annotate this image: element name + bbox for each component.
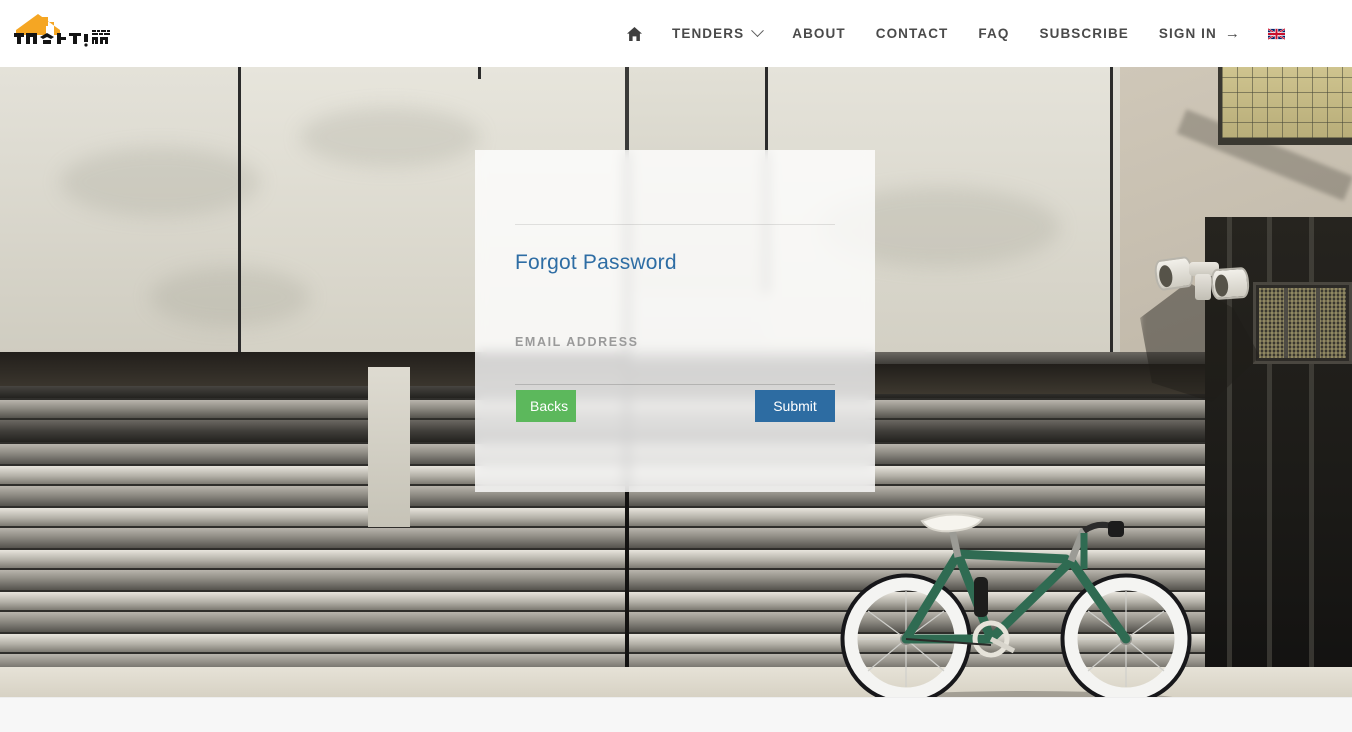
nav-item-sign-in-label: SIGN IN bbox=[1158, 26, 1217, 41]
wall-smudge bbox=[60, 147, 260, 217]
door-left-column bbox=[368, 367, 410, 527]
nav-item-tenders[interactable]: TENDERS bbox=[657, 0, 777, 67]
nav-item-subscribe[interactable]: SUBSCRIBE bbox=[1024, 0, 1143, 67]
nav-item-contact-label: CONTACT bbox=[875, 26, 949, 41]
nav-item-about-label: ABOUT bbox=[792, 26, 846, 41]
lamp-stem bbox=[1195, 274, 1211, 300]
home-icon bbox=[627, 26, 642, 41]
brand-logo[interactable] bbox=[8, 8, 120, 50]
main-navigation: TENDERS ABOUT CONTACT FAQ SUBSCRIBE SIGN… bbox=[612, 0, 1297, 67]
vent-bar bbox=[1316, 288, 1320, 358]
wall-seam bbox=[238, 67, 241, 359]
language-switcher[interactable] bbox=[1256, 0, 1297, 67]
arrow-right-icon: → bbox=[1224, 25, 1241, 42]
page-footer bbox=[0, 697, 1352, 732]
grated-window bbox=[1218, 67, 1352, 145]
wall-smudge bbox=[300, 107, 480, 167]
page-title: Forgot Password bbox=[515, 251, 677, 274]
lamp-lens bbox=[1157, 264, 1174, 288]
security-floodlights bbox=[1153, 252, 1265, 304]
vent-bar bbox=[1284, 288, 1288, 358]
submit-button[interactable]: Submit bbox=[755, 390, 835, 422]
nav-item-faq-label: FAQ bbox=[978, 26, 1010, 41]
green-bicycle bbox=[826, 499, 1226, 697]
forgot-password-card: Forgot Password EMAIL ADDRESS Backs Subm… bbox=[475, 150, 875, 492]
brand-logo-mark bbox=[14, 14, 110, 47]
bicycle-illustration bbox=[840, 513, 1192, 697]
back-button[interactable]: Backs bbox=[516, 390, 576, 422]
nav-item-tenders-label: TENDERS bbox=[672, 26, 745, 41]
uk-flag-icon bbox=[1267, 27, 1285, 40]
nav-item-about[interactable]: ABOUT bbox=[777, 0, 861, 67]
nav-item-sign-in[interactable]: SIGN IN → bbox=[1144, 0, 1256, 67]
nav-item-faq[interactable]: FAQ bbox=[963, 0, 1024, 67]
nav-item-contact[interactable]: CONTACT bbox=[861, 0, 964, 67]
nav-home-link[interactable] bbox=[612, 0, 657, 67]
email-input[interactable] bbox=[515, 353, 835, 385]
floodlight-lamp bbox=[1209, 266, 1251, 301]
vent-mesh bbox=[1259, 288, 1346, 358]
wall-seam bbox=[1110, 67, 1113, 367]
email-field-label: EMAIL ADDRESS bbox=[515, 335, 639, 349]
lamp-lens bbox=[1214, 274, 1229, 298]
wall-smudge bbox=[150, 267, 310, 327]
nav-item-subscribe-label: SUBSCRIBE bbox=[1039, 26, 1129, 41]
top-navbar: TENDERS ABOUT CONTACT FAQ SUBSCRIBE SIGN… bbox=[0, 0, 1352, 67]
card-divider bbox=[515, 224, 835, 225]
barred-vent bbox=[1253, 282, 1352, 364]
chevron-down-icon bbox=[751, 24, 765, 38]
wall-seam bbox=[478, 67, 481, 79]
